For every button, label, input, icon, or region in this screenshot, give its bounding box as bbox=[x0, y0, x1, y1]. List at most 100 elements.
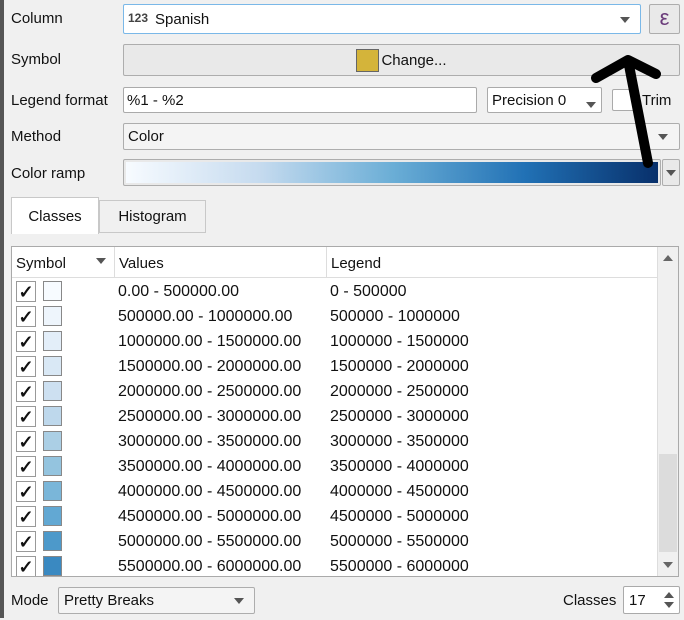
row-symbol-swatch[interactable] bbox=[43, 481, 62, 501]
row-values[interactable]: 5500000.00 - 6000000.00 bbox=[118, 554, 301, 576]
classes-value: 17 bbox=[629, 592, 646, 609]
row-symbol-swatch[interactable] bbox=[43, 306, 62, 326]
table-row[interactable]: ✓ 5000000.00 - 5500000.00 5000000 - 5500… bbox=[12, 529, 658, 554]
row-legend[interactable]: 3000000 - 3500000 bbox=[330, 429, 469, 455]
tab-label: Classes bbox=[28, 207, 82, 225]
spin-down-icon[interactable] bbox=[664, 602, 674, 608]
row-checkbox[interactable]: ✓ bbox=[16, 506, 36, 527]
row-values[interactable]: 1500000.00 - 2000000.00 bbox=[118, 354, 301, 380]
row-symbol-swatch[interactable] bbox=[43, 356, 62, 376]
mode-combobox[interactable]: Pretty Breaks bbox=[58, 587, 255, 614]
symbol-label: Symbol bbox=[11, 51, 62, 68]
row-legend[interactable]: 5000000 - 5500000 bbox=[330, 529, 469, 555]
row-values[interactable]: 0.00 - 500000.00 bbox=[118, 279, 239, 305]
row-symbol-swatch[interactable] bbox=[43, 381, 62, 401]
header-symbol[interactable]: Symbol bbox=[12, 247, 115, 278]
table-row[interactable]: ✓ 0.00 - 500000.00 0 - 500000 bbox=[12, 279, 658, 304]
table-row[interactable]: ✓ 2500000.00 - 3000000.00 2500000 - 3000… bbox=[12, 404, 658, 429]
header-legend[interactable]: Legend bbox=[327, 247, 658, 278]
row-checkbox[interactable]: ✓ bbox=[16, 531, 36, 552]
row-symbol-swatch[interactable] bbox=[43, 506, 62, 526]
row-checkbox[interactable]: ✓ bbox=[16, 431, 36, 452]
classes-table[interactable]: Symbol Values Legend ✓ 0.00 - 500000.00 … bbox=[11, 246, 679, 577]
column-label: Column bbox=[11, 10, 63, 27]
legend-format-input[interactable]: %1 - %2 bbox=[123, 87, 477, 113]
expression-button[interactable]: ε bbox=[649, 4, 680, 34]
row-legend[interactable]: 500000 - 1000000 bbox=[330, 304, 460, 330]
color-ramp-preview bbox=[126, 162, 658, 183]
scroll-up-icon[interactable] bbox=[663, 255, 673, 261]
scroll-down-icon[interactable] bbox=[663, 562, 673, 568]
expression-icon: ε bbox=[659, 5, 670, 30]
row-values[interactable]: 4500000.00 - 5000000.00 bbox=[118, 504, 301, 530]
row-legend[interactable]: 1500000 - 2000000 bbox=[330, 354, 469, 380]
table-row[interactable]: ✓ 3000000.00 - 3500000.00 3000000 - 3500… bbox=[12, 429, 658, 454]
classes-spinbox[interactable]: 17 bbox=[623, 586, 680, 614]
change-label: Change... bbox=[381, 51, 447, 69]
row-checkbox[interactable]: ✓ bbox=[16, 381, 36, 402]
row-values[interactable]: 500000.00 - 1000000.00 bbox=[118, 304, 292, 330]
table-row[interactable]: ✓ 500000.00 - 1000000.00 500000 - 100000… bbox=[12, 304, 658, 329]
symbol-swatch bbox=[356, 48, 380, 72]
header-label: Symbol bbox=[16, 255, 67, 272]
mode-value: Pretty Breaks bbox=[64, 592, 155, 609]
tab-classes[interactable]: Classes bbox=[11, 197, 99, 234]
sort-indicator-icon bbox=[96, 258, 106, 264]
precision-spinbox[interactable]: Precision 0 bbox=[487, 87, 602, 113]
table-row[interactable]: ✓ 4500000.00 - 5000000.00 4500000 - 5000… bbox=[12, 504, 658, 529]
row-symbol-swatch[interactable] bbox=[43, 331, 62, 351]
color-ramp-button[interactable] bbox=[123, 159, 661, 186]
row-symbol-swatch[interactable] bbox=[43, 406, 62, 426]
row-legend[interactable]: 5500000 - 6000000 bbox=[330, 554, 469, 576]
row-legend[interactable]: 2000000 - 2500000 bbox=[330, 379, 469, 405]
row-symbol-swatch[interactable] bbox=[43, 431, 62, 451]
table-row[interactable]: ✓ 5500000.00 - 6000000.00 5500000 - 6000… bbox=[12, 554, 658, 576]
row-values[interactable]: 2000000.00 - 2500000.00 bbox=[118, 379, 301, 405]
row-values[interactable]: 4000000.00 - 4500000.00 bbox=[118, 479, 301, 505]
panel-edge bbox=[0, 88, 4, 618]
row-legend[interactable]: 2500000 - 3000000 bbox=[330, 404, 469, 430]
scrollbar-thumb[interactable] bbox=[659, 454, 677, 552]
classes-label: Classes bbox=[563, 592, 617, 609]
row-checkbox[interactable]: ✓ bbox=[16, 306, 36, 327]
chevron-down-icon[interactable] bbox=[620, 17, 630, 23]
row-legend[interactable]: 1000000 - 1500000 bbox=[330, 329, 469, 355]
column-combobox[interactable]: 123 Spanish bbox=[123, 4, 641, 34]
table-header: Symbol Values Legend bbox=[12, 247, 658, 278]
table-row[interactable]: ✓ 1000000.00 - 1500000.00 1000000 - 1500… bbox=[12, 329, 658, 354]
row-checkbox[interactable]: ✓ bbox=[16, 331, 36, 352]
tab-label: Histogram bbox=[118, 208, 187, 225]
row-symbol-swatch[interactable] bbox=[43, 281, 62, 301]
chevron-down-icon bbox=[234, 598, 244, 604]
tab-histogram[interactable]: Histogram bbox=[99, 200, 206, 233]
row-checkbox[interactable]: ✓ bbox=[16, 456, 36, 477]
table-row[interactable]: ✓ 2000000.00 - 2500000.00 2000000 - 2500… bbox=[12, 379, 658, 404]
row-checkbox[interactable]: ✓ bbox=[16, 481, 36, 502]
legend-format-label: Legend format bbox=[11, 92, 108, 109]
row-symbol-swatch[interactable] bbox=[43, 556, 62, 576]
row-checkbox[interactable]: ✓ bbox=[16, 356, 36, 377]
row-checkbox[interactable]: ✓ bbox=[16, 406, 36, 427]
table-row[interactable]: ✓ 1500000.00 - 2000000.00 1500000 - 2000… bbox=[12, 354, 658, 379]
row-values[interactable]: 2500000.00 - 3000000.00 bbox=[118, 404, 301, 430]
annotation-arrow-icon bbox=[591, 55, 661, 168]
row-values[interactable]: 3000000.00 - 3500000.00 bbox=[118, 429, 301, 455]
row-symbol-swatch[interactable] bbox=[43, 456, 62, 476]
row-legend[interactable]: 4000000 - 4500000 bbox=[330, 479, 469, 505]
row-values[interactable]: 5000000.00 - 5500000.00 bbox=[118, 529, 301, 555]
header-values[interactable]: Values bbox=[115, 247, 327, 278]
row-legend[interactable]: 0 - 500000 bbox=[330, 279, 407, 305]
row-legend[interactable]: 3500000 - 4000000 bbox=[330, 454, 469, 480]
column-value: Spanish bbox=[155, 11, 210, 28]
row-values[interactable]: 3500000.00 - 4000000.00 bbox=[118, 454, 301, 480]
table-row[interactable]: ✓ 4000000.00 - 4500000.00 4000000 - 4500… bbox=[12, 479, 658, 504]
vertical-scrollbar[interactable] bbox=[657, 247, 678, 576]
row-checkbox[interactable]: ✓ bbox=[16, 556, 36, 576]
legend-format-value: %1 - %2 bbox=[127, 92, 184, 109]
row-checkbox[interactable]: ✓ bbox=[16, 281, 36, 302]
row-values[interactable]: 1000000.00 - 1500000.00 bbox=[118, 329, 301, 355]
row-symbol-swatch[interactable] bbox=[43, 531, 62, 551]
table-row[interactable]: ✓ 3500000.00 - 4000000.00 3500000 - 4000… bbox=[12, 454, 658, 479]
spin-up-icon[interactable] bbox=[664, 592, 674, 598]
row-legend[interactable]: 4500000 - 5000000 bbox=[330, 504, 469, 530]
